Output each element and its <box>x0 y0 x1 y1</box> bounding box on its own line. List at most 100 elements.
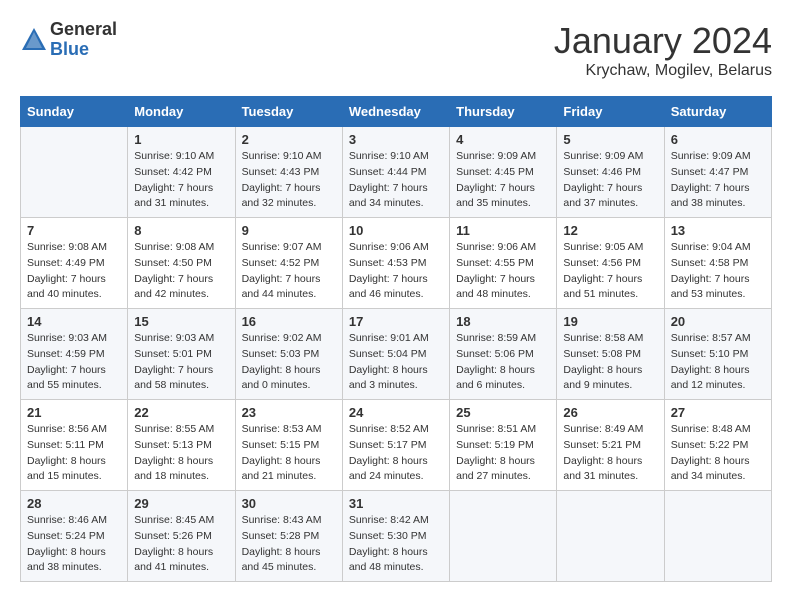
logo-blue-text: Blue <box>50 40 117 60</box>
day-number: 16 <box>242 314 336 329</box>
day-info: Sunrise: 9:02 AMSunset: 5:03 PMDaylight:… <box>242 331 336 394</box>
day-info: Sunrise: 8:49 AMSunset: 5:21 PMDaylight:… <box>563 422 657 485</box>
calendar-header-row: SundayMondayTuesdayWednesdayThursdayFrid… <box>21 97 772 127</box>
calendar-cell: 1Sunrise: 9:10 AMSunset: 4:42 PMDaylight… <box>128 127 235 218</box>
day-number: 11 <box>456 223 550 238</box>
day-number: 26 <box>563 405 657 420</box>
calendar-week-row: 7 Sunrise: 9:08 AMSunset: 4:49 PMDaylight… <box>21 218 772 309</box>
calendar-cell: 19 Sunrise: 8:58 AMSunset: 5:08 PMDayligh… <box>557 309 664 400</box>
day-number: 24 <box>349 405 443 420</box>
day-of-week-header: Saturday <box>664 97 771 127</box>
day-number: 21 <box>27 405 121 420</box>
day-number: 3 <box>349 132 443 147</box>
calendar-cell: 12 Sunrise: 9:05 AMSunset: 4:56 PMDayligh… <box>557 218 664 309</box>
calendar-cell: 4 Sunrise: 9:09 AMSunset: 4:45 PMDaylight… <box>450 127 557 218</box>
day-info: Sunrise: 9:09 AMSunset: 4:45 PMDaylight:… <box>456 149 550 212</box>
day-info: Sunrise: 9:08 AMSunset: 4:50 PMDaylight:… <box>134 240 228 303</box>
calendar-cell: 6 Sunrise: 9:09 AMSunset: 4:47 PMDaylight… <box>664 127 771 218</box>
day-number: 4 <box>456 132 550 147</box>
day-number: 5 <box>563 132 657 147</box>
calendar-cell: 22Sunrise: 8:55 AMSunset: 5:13 PMDayligh… <box>128 400 235 491</box>
day-info: Sunrise: 8:51 AMSunset: 5:19 PMDaylight:… <box>456 422 550 485</box>
day-info: Sunrise: 8:42 AMSunset: 5:30 PMDaylight:… <box>349 513 443 576</box>
calendar-cell: 14Sunrise: 9:03 AMSunset: 4:59 PMDayligh… <box>21 309 128 400</box>
day-number: 27 <box>671 405 765 420</box>
day-number: 15 <box>134 314 228 329</box>
day-info: Sunrise: 8:52 AMSunset: 5:17 PMDaylight:… <box>349 422 443 485</box>
day-of-week-header: Thursday <box>450 97 557 127</box>
day-number: 23 <box>242 405 336 420</box>
calendar-cell: 20 Sunrise: 8:57 AMSunset: 5:10 PMDayligh… <box>664 309 771 400</box>
calendar-cell: 5 Sunrise: 9:09 AMSunset: 4:46 PMDaylight… <box>557 127 664 218</box>
calendar-cell: 24 Sunrise: 8:52 AMSunset: 5:17 PMDayligh… <box>342 400 449 491</box>
calendar-cell <box>664 491 771 582</box>
calendar-cell: 17Sunrise: 9:01 AMSunset: 5:04 PMDayligh… <box>342 309 449 400</box>
location-subtitle: Krychaw, Mogilev, Belarus <box>554 62 772 80</box>
day-info: Sunrise: 9:10 AMSunset: 4:44 PMDaylight:… <box>349 149 443 212</box>
month-title: January 2024 <box>554 20 772 62</box>
day-info: Sunrise: 9:05 AMSunset: 4:56 PMDaylight:… <box>563 240 657 303</box>
calendar-cell: 28 Sunrise: 8:46 AMSunset: 5:24 PMDayligh… <box>21 491 128 582</box>
calendar-cell: 21 Sunrise: 8:56 AMSunset: 5:11 PMDayligh… <box>21 400 128 491</box>
day-info: Sunrise: 9:06 AMSunset: 4:53 PMDaylight:… <box>349 240 443 303</box>
day-info: Sunrise: 8:46 AMSunset: 5:24 PMDaylight:… <box>27 513 121 576</box>
calendar-cell: 13Sunrise: 9:04 AMSunset: 4:58 PMDayligh… <box>664 218 771 309</box>
day-number: 19 <box>563 314 657 329</box>
day-info: Sunrise: 9:04 AMSunset: 4:58 PMDaylight:… <box>671 240 765 303</box>
day-info: Sunrise: 8:56 AMSunset: 5:11 PMDaylight:… <box>27 422 121 485</box>
calendar-cell: 18Sunrise: 8:59 AMSunset: 5:06 PMDayligh… <box>450 309 557 400</box>
day-info: Sunrise: 8:55 AMSunset: 5:13 PMDaylight:… <box>134 422 228 485</box>
day-number: 12 <box>563 223 657 238</box>
day-info: Sunrise: 9:07 AMSunset: 4:52 PMDaylight:… <box>242 240 336 303</box>
day-info: Sunrise: 8:43 AMSunset: 5:28 PMDaylight:… <box>242 513 336 576</box>
day-info: Sunrise: 8:53 AMSunset: 5:15 PMDaylight:… <box>242 422 336 485</box>
day-number: 6 <box>671 132 765 147</box>
calendar-cell: 27 Sunrise: 8:48 AMSunset: 5:22 PMDayligh… <box>664 400 771 491</box>
day-info: Sunrise: 9:10 AMSunset: 4:43 PMDaylight:… <box>242 149 336 212</box>
day-number: 1 <box>134 132 228 147</box>
day-info: Sunrise: 8:58 AMSunset: 5:08 PMDaylight:… <box>563 331 657 394</box>
calendar-cell: 16 Sunrise: 9:02 AMSunset: 5:03 PMDayligh… <box>235 309 342 400</box>
calendar-cell: 2 Sunrise: 9:10 AMSunset: 4:43 PMDaylight… <box>235 127 342 218</box>
day-info: Sunrise: 9:08 AMSunset: 4:49 PMDaylight:… <box>27 240 121 303</box>
day-of-week-header: Wednesday <box>342 97 449 127</box>
day-number: 25 <box>456 405 550 420</box>
day-info: Sunrise: 9:06 AMSunset: 4:55 PMDaylight:… <box>456 240 550 303</box>
calendar-week-row: 28 Sunrise: 8:46 AMSunset: 5:24 PMDayligh… <box>21 491 772 582</box>
day-info: Sunrise: 9:09 AMSunset: 4:46 PMDaylight:… <box>563 149 657 212</box>
day-number: 20 <box>671 314 765 329</box>
calendar-cell: 15 Sunrise: 9:03 AMSunset: 5:01 PMDayligh… <box>128 309 235 400</box>
calendar-cell: 26 Sunrise: 8:49 AMSunset: 5:21 PMDayligh… <box>557 400 664 491</box>
calendar-cell: 23 Sunrise: 8:53 AMSunset: 5:15 PMDayligh… <box>235 400 342 491</box>
calendar-cell: 29 Sunrise: 8:45 AMSunset: 5:26 PMDayligh… <box>128 491 235 582</box>
calendar-week-row: 1Sunrise: 9:10 AMSunset: 4:42 PMDaylight… <box>21 127 772 218</box>
day-number: 14 <box>27 314 121 329</box>
day-of-week-header: Monday <box>128 97 235 127</box>
calendar-cell: 9 Sunrise: 9:07 AMSunset: 4:52 PMDaylight… <box>235 218 342 309</box>
day-number: 8 <box>134 223 228 238</box>
calendar-cell <box>450 491 557 582</box>
day-of-week-header: Sunday <box>21 97 128 127</box>
logo: General Blue <box>20 20 117 60</box>
calendar-cell <box>21 127 128 218</box>
calendar-table: SundayMondayTuesdayWednesdayThursdayFrid… <box>20 96 772 582</box>
day-of-week-header: Tuesday <box>235 97 342 127</box>
day-info: Sunrise: 8:48 AMSunset: 5:22 PMDaylight:… <box>671 422 765 485</box>
logo-icon <box>20 26 48 54</box>
day-number: 28 <box>27 496 121 511</box>
calendar-cell: 31 Sunrise: 8:42 AMSunset: 5:30 PMDayligh… <box>342 491 449 582</box>
day-info: Sunrise: 9:03 AMSunset: 5:01 PMDaylight:… <box>134 331 228 394</box>
day-info: Sunrise: 8:45 AMSunset: 5:26 PMDaylight:… <box>134 513 228 576</box>
calendar-cell: 10Sunrise: 9:06 AMSunset: 4:53 PMDayligh… <box>342 218 449 309</box>
day-info: Sunrise: 9:09 AMSunset: 4:47 PMDaylight:… <box>671 149 765 212</box>
day-number: 29 <box>134 496 228 511</box>
day-number: 31 <box>349 496 443 511</box>
calendar-cell: 30 Sunrise: 8:43 AMSunset: 5:28 PMDayligh… <box>235 491 342 582</box>
day-number: 17 <box>349 314 443 329</box>
day-info: Sunrise: 8:57 AMSunset: 5:10 PMDaylight:… <box>671 331 765 394</box>
day-number: 30 <box>242 496 336 511</box>
day-number: 9 <box>242 223 336 238</box>
title-section: January 2024 Krychaw, Mogilev, Belarus <box>554 20 772 80</box>
day-number: 2 <box>242 132 336 147</box>
day-number: 7 <box>27 223 121 238</box>
